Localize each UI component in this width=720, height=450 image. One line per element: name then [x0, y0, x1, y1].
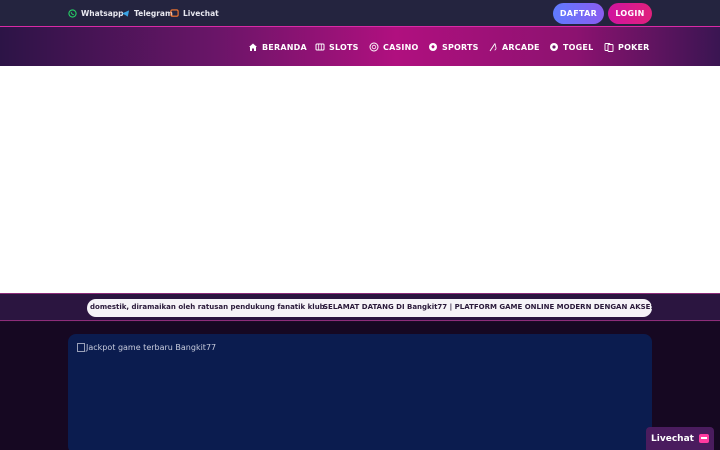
fishing-rod-icon [489, 43, 497, 52]
livechat-widget-label: Livechat [651, 433, 694, 444]
telegram-icon [121, 9, 130, 17]
jackpot-image-alt: Jackpot game terbaru Bangkit77 [86, 343, 217, 352]
hero-banner [0, 66, 720, 293]
top-bar: Whatsapp Telegram Livechat DAFTAR LOGIN [0, 0, 720, 26]
nav-item-slots[interactable]: SLOTS [315, 40, 359, 54]
nav-label-sports: SPORTS [442, 42, 479, 52]
telegram-label: Telegram [134, 8, 173, 18]
slot-machine-icon [315, 43, 325, 51]
chat-bubble-icon [698, 434, 709, 443]
whatsapp-icon [68, 8, 77, 18]
nav-label-slots: SLOTS [329, 42, 359, 52]
nav-item-casino[interactable]: CASINO [369, 40, 419, 54]
nav-label-poker: POKER [618, 42, 650, 52]
jackpot-image: Jackpot game terbaru Bangkit77 [77, 343, 216, 352]
home-icon [249, 43, 257, 51]
nav-label-beranda: BERANDA [262, 42, 307, 52]
announcement-ticker: domestik, diramaikan oleh ratusan penduk… [87, 299, 652, 317]
livechat-widget[interactable]: Livechat [646, 427, 714, 450]
lottery-ball-icon [550, 43, 558, 51]
daftar-button[interactable]: DAFTAR [553, 3, 604, 24]
broken-image-icon [77, 343, 85, 352]
nav-label-arcade: ARCADE [502, 42, 540, 52]
login-button[interactable]: LOGIN [608, 3, 652, 24]
nav-item-poker[interactable]: POKER [604, 40, 650, 54]
ticker-text-left: domestik, diramaikan oleh ratusan penduk… [90, 303, 328, 311]
nav-label-casino: CASINO [383, 42, 419, 52]
telegram-link[interactable]: Telegram [121, 6, 173, 20]
nav-label-togel: TOGEL [563, 42, 594, 52]
whatsapp-link[interactable]: Whatsapp [68, 6, 124, 20]
livechat-icon [170, 8, 179, 17]
casino-chip-icon [369, 42, 379, 52]
soccer-ball-icon [429, 43, 437, 51]
nav-item-arcade[interactable]: ARCADE [488, 40, 540, 54]
nav-item-beranda[interactable]: BERANDA [248, 40, 307, 54]
ticker-text-right: SELAMAT DATANG DI Bangkit77 | PLATFORM G… [323, 303, 652, 311]
whatsapp-label: Whatsapp [81, 8, 124, 18]
livechat-link[interactable]: Livechat [170, 6, 219, 20]
nav-item-togel[interactable]: TOGEL [549, 40, 593, 54]
main-nav: BERANDA SLOTS CASINO SPORTS ARCADE TOGEL… [0, 26, 720, 66]
ticker-band: domestik, diramaikan oleh ratusan penduk… [0, 293, 720, 321]
playing-cards-icon [604, 43, 614, 52]
nav-item-sports[interactable]: SPORTS [428, 40, 479, 54]
livechat-label: Livechat [183, 8, 219, 18]
